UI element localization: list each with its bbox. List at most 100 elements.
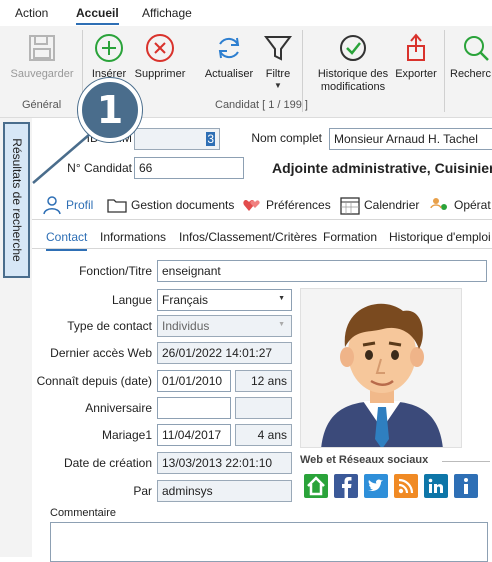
export-label: Exporter [395, 68, 437, 80]
mariage-field[interactable]: 11/04/2017 [157, 424, 231, 446]
side-panel: Résultats de recherche [0, 118, 32, 557]
num-label: N° Candidat [67, 161, 132, 175]
people-icon [430, 198, 447, 210]
delete-label: Supprimer [134, 68, 186, 80]
chevron-down-icon: ▼ [278, 321, 285, 328]
tab-preferences[interactable]: Préférences [242, 195, 334, 217]
twitter-icon[interactable] [364, 474, 388, 498]
mariage-label: Mariage1 [101, 428, 152, 442]
langue-select[interactable]: Français ▼ [157, 289, 292, 311]
id-value: 3 [206, 132, 215, 146]
menu-affichage[interactable]: Affichage [142, 6, 192, 20]
connait-label: Connaît depuis (date) [36, 374, 152, 388]
id-field[interactable]: 3 [134, 128, 220, 150]
connait-field[interactable]: 01/01/2010 [157, 370, 231, 392]
subtab-formation[interactable]: Formation [323, 230, 377, 244]
folder-icon [107, 199, 127, 213]
type-value: Individus [162, 319, 210, 333]
menu-accueil[interactable]: Accueil [76, 6, 119, 25]
tab-calendrier[interactable]: Calendrier [340, 195, 422, 217]
web-section-title: Web et Réseaux sociaux [300, 454, 429, 466]
mariage-years[interactable]: 4 ans [235, 424, 292, 446]
connait-years[interactable]: 12 ans [235, 370, 292, 392]
rss-icon[interactable] [394, 474, 418, 498]
history-label-line1: Historique des [317, 68, 389, 80]
insert-button[interactable]: Insérer [88, 26, 130, 81]
main-tabs: Profil Gestion documents Préférences Cal… [32, 190, 492, 220]
acces-label: Dernier accès Web [50, 346, 152, 360]
tab-calendrier-label: Calendrier [364, 198, 420, 212]
history-button[interactable]: Historique des modifications [312, 26, 394, 94]
tab-preferences-label: Préférences [266, 198, 331, 212]
anniv-years[interactable] [235, 397, 292, 419]
sub-tabs: Contact Informations Infos/Classement/Cr… [32, 225, 492, 251]
linkedin-icon[interactable] [424, 474, 448, 498]
commentaire-field[interactable] [50, 522, 488, 562]
menu-action[interactable]: Action [15, 6, 48, 20]
export-button[interactable]: Exporter [392, 26, 440, 81]
par-label: Par [133, 484, 152, 498]
chevron-down-icon: ▼ [274, 81, 282, 90]
langue-label: Langue [111, 293, 152, 307]
num-field[interactable]: 66 [134, 157, 244, 179]
menu-bar: Action Accueil Affichage [0, 0, 492, 26]
floppy-disk-icon [29, 35, 55, 61]
anniv-field[interactable] [157, 397, 231, 419]
search-icon [464, 36, 489, 61]
filter-label: Filtre [265, 68, 291, 80]
tab-profil[interactable]: Profil [42, 195, 102, 217]
web-section-rule [442, 461, 490, 462]
tab-gestion-documents[interactable]: Gestion documents [107, 195, 235, 217]
calendar-icon [340, 197, 360, 215]
candidate-panel: ID PRIM 3 Nom complet Monsieur Arnaud H.… [32, 118, 492, 562]
person-icon [43, 196, 61, 215]
search-label: Recherc [450, 68, 491, 80]
candidate-title: Adjointe administrative, Cuisinier, [272, 160, 492, 176]
delete-button[interactable]: Supprimer [132, 26, 188, 81]
hearts-icon [243, 199, 260, 211]
group-label-general: Général [22, 99, 62, 111]
langue-value: Français [162, 293, 209, 307]
nom-label: Nom complet [251, 131, 322, 145]
tab-operations-label: Opérat [454, 198, 491, 212]
avatar[interactable] [300, 288, 462, 448]
subtab-informations[interactable]: Informations [100, 230, 166, 244]
avatar-illustration [321, 303, 443, 447]
refresh-label: Actualiser [204, 68, 254, 80]
plus-circle-icon [95, 34, 123, 62]
subtab-historique-emploi[interactable]: Historique d'emploi [389, 230, 491, 244]
nom-field[interactable]: Monsieur Arnaud H. Tachel [329, 128, 492, 150]
tab-operations[interactable]: Opérat [430, 195, 492, 217]
par-field[interactable]: adminsys [157, 480, 292, 502]
creation-field[interactable]: 13/03/2013 22:01:10 [157, 452, 292, 474]
acces-field[interactable]: 26/01/2022 14:01:27 [157, 342, 292, 364]
subtab-contact[interactable]: Contact [46, 230, 88, 251]
search-results-tab[interactable]: Résultats de recherche [3, 122, 30, 278]
info-icon[interactable] [454, 474, 478, 498]
funnel-icon [264, 36, 292, 61]
search-button[interactable]: Recherc [450, 26, 492, 81]
fonction-label: Fonction/Titre [79, 264, 152, 278]
anniv-label: Anniversaire [85, 401, 152, 415]
group-label-candidat: Candidat [ 1 / 199 ] [215, 99, 308, 111]
type-label: Type de contact [67, 319, 152, 333]
tab-profil-label: Profil [66, 198, 94, 212]
save-button[interactable]: Sauvegarder [8, 26, 76, 81]
refresh-icon [218, 37, 240, 59]
creation-label: Date de création [63, 456, 152, 470]
fonction-field[interactable]: enseignant [157, 260, 487, 282]
home-icon[interactable] [304, 474, 328, 498]
filter-button[interactable]: Filtre ▼ [259, 26, 297, 91]
save-label: Sauvegarder [10, 68, 74, 80]
ribbon-toolbar: Sauvegarder Insérer Supprimer Actualiser [0, 26, 492, 118]
export-icon [407, 33, 425, 61]
subtab-infos-classement[interactable]: Infos/Classement/Critères [179, 230, 317, 244]
refresh-button[interactable]: Actualiser [201, 26, 257, 81]
delete-circle-icon [146, 34, 174, 62]
chevron-down-icon: ▼ [278, 295, 285, 302]
search-results-label: Résultats de recherche [9, 138, 24, 262]
facebook-icon[interactable] [334, 474, 358, 498]
commentaire-label: Commentaire [50, 507, 117, 519]
ribbon-separator [444, 30, 445, 112]
type-select[interactable]: Individus ▼ [157, 315, 292, 337]
